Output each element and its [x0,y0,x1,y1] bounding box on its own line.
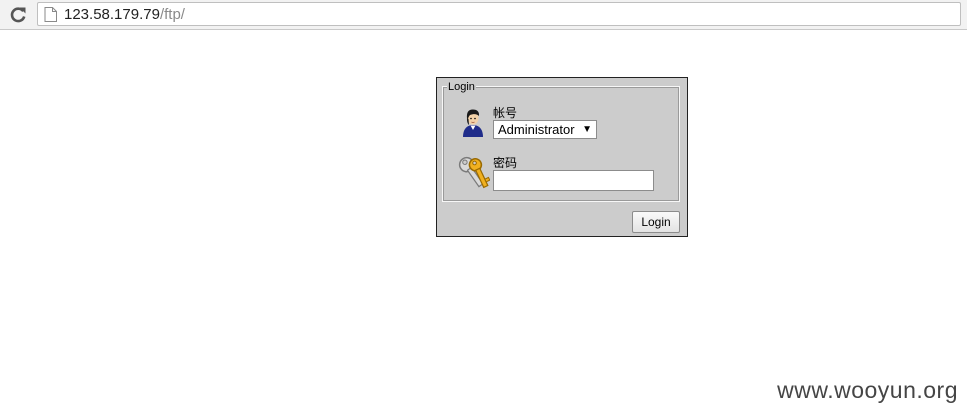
account-select-value: Administrator [498,122,575,137]
chevron-down-icon: ▼ [582,124,592,135]
url-host: 123.58.179.79 [64,6,160,23]
login-legend: Login [447,80,476,94]
password-label: 密码 [493,156,518,170]
user-icon [460,107,486,137]
key-icon [456,154,491,190]
page-icon [44,7,57,22]
account-label: 帐号 [493,106,518,120]
url-path: /ftp/ [159,6,185,23]
account-select[interactable]: Administrator ▼ [493,120,597,139]
address-bar[interactable]: 123.58.179.79/ftp/ [37,2,961,26]
login-button[interactable]: Login [632,211,680,233]
browser-toolbar: 123.58.179.79/ftp/ [0,0,967,30]
watermark: www.wooyun.org [777,377,958,403]
reload-icon[interactable] [8,5,28,25]
password-field[interactable] [493,170,654,191]
url-text: 123.58.179.79/ftp/ [64,6,185,23]
